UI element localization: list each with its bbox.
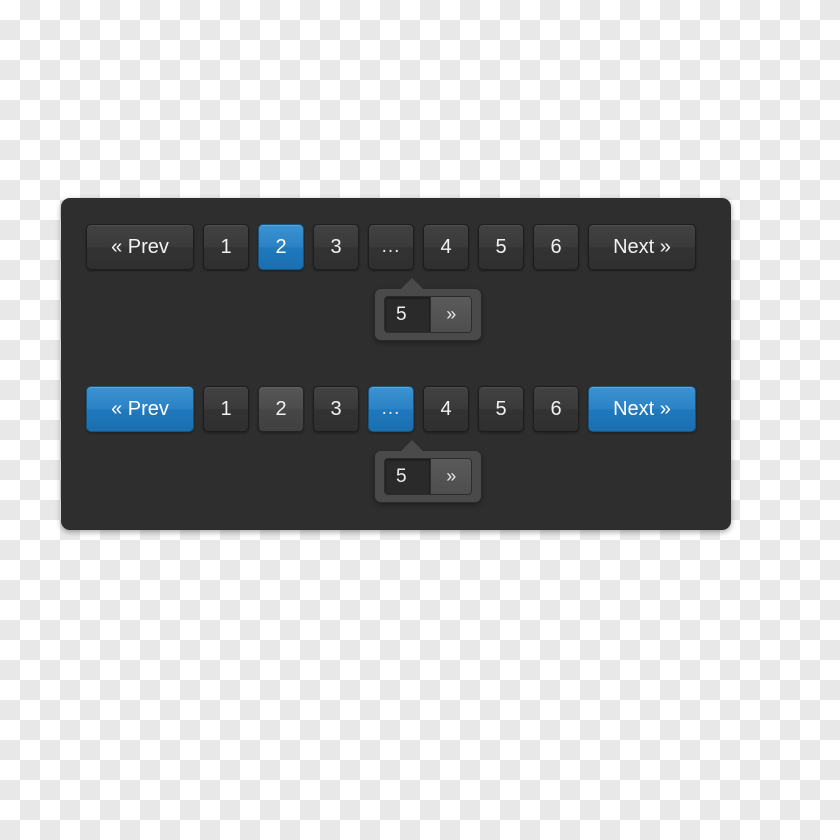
page-button-1[interactable]: 1 [203, 224, 249, 270]
page-button-4[interactable]: 4 [423, 224, 469, 270]
page-button-1-row2[interactable]: 1 [203, 386, 249, 432]
next-button[interactable]: Next » [588, 224, 696, 270]
page-button-5-row2[interactable]: 5 [478, 386, 524, 432]
pagination-hover: « Prev 1 2 3 ... 4 5 6 Next » [86, 386, 696, 432]
pagination-panel: « Prev 1 2 3 ... 4 5 6 Next » 5 » « Prev… [61, 198, 731, 530]
page-ellipsis-button[interactable]: ... [368, 224, 414, 270]
page-button-2-active[interactable]: 2 [258, 224, 304, 270]
prev-button-hover[interactable]: « Prev [86, 386, 194, 432]
page-button-3-row2[interactable]: 3 [313, 386, 359, 432]
page-button-6-row2[interactable]: 6 [533, 386, 579, 432]
jump-to-page-popover-hover: 5 » [374, 440, 482, 503]
jump-to-page-group-hover: 5 » [384, 458, 472, 495]
popover-caret-icon [401, 278, 423, 289]
jump-to-page-input-hover[interactable]: 5 [385, 459, 431, 494]
jump-to-page-input[interactable]: 5 [385, 297, 431, 332]
popover-caret-icon [401, 440, 423, 451]
jump-to-page-popover: 5 » [374, 278, 482, 341]
page-button-2-hover[interactable]: 2 [258, 386, 304, 432]
page-ellipsis-button-hover[interactable]: ... [368, 386, 414, 432]
prev-button[interactable]: « Prev [86, 224, 194, 270]
page-button-4-row2[interactable]: 4 [423, 386, 469, 432]
jump-to-page-group: 5 » [384, 296, 472, 333]
pagination-default: « Prev 1 2 3 ... 4 5 6 Next » [86, 224, 696, 270]
jump-to-page-go-button-hover[interactable]: » [430, 459, 471, 494]
page-button-6[interactable]: 6 [533, 224, 579, 270]
page-button-5[interactable]: 5 [478, 224, 524, 270]
jump-to-page-go-button[interactable]: » [430, 297, 471, 332]
next-button-hover[interactable]: Next » [588, 386, 696, 432]
page-button-3[interactable]: 3 [313, 224, 359, 270]
